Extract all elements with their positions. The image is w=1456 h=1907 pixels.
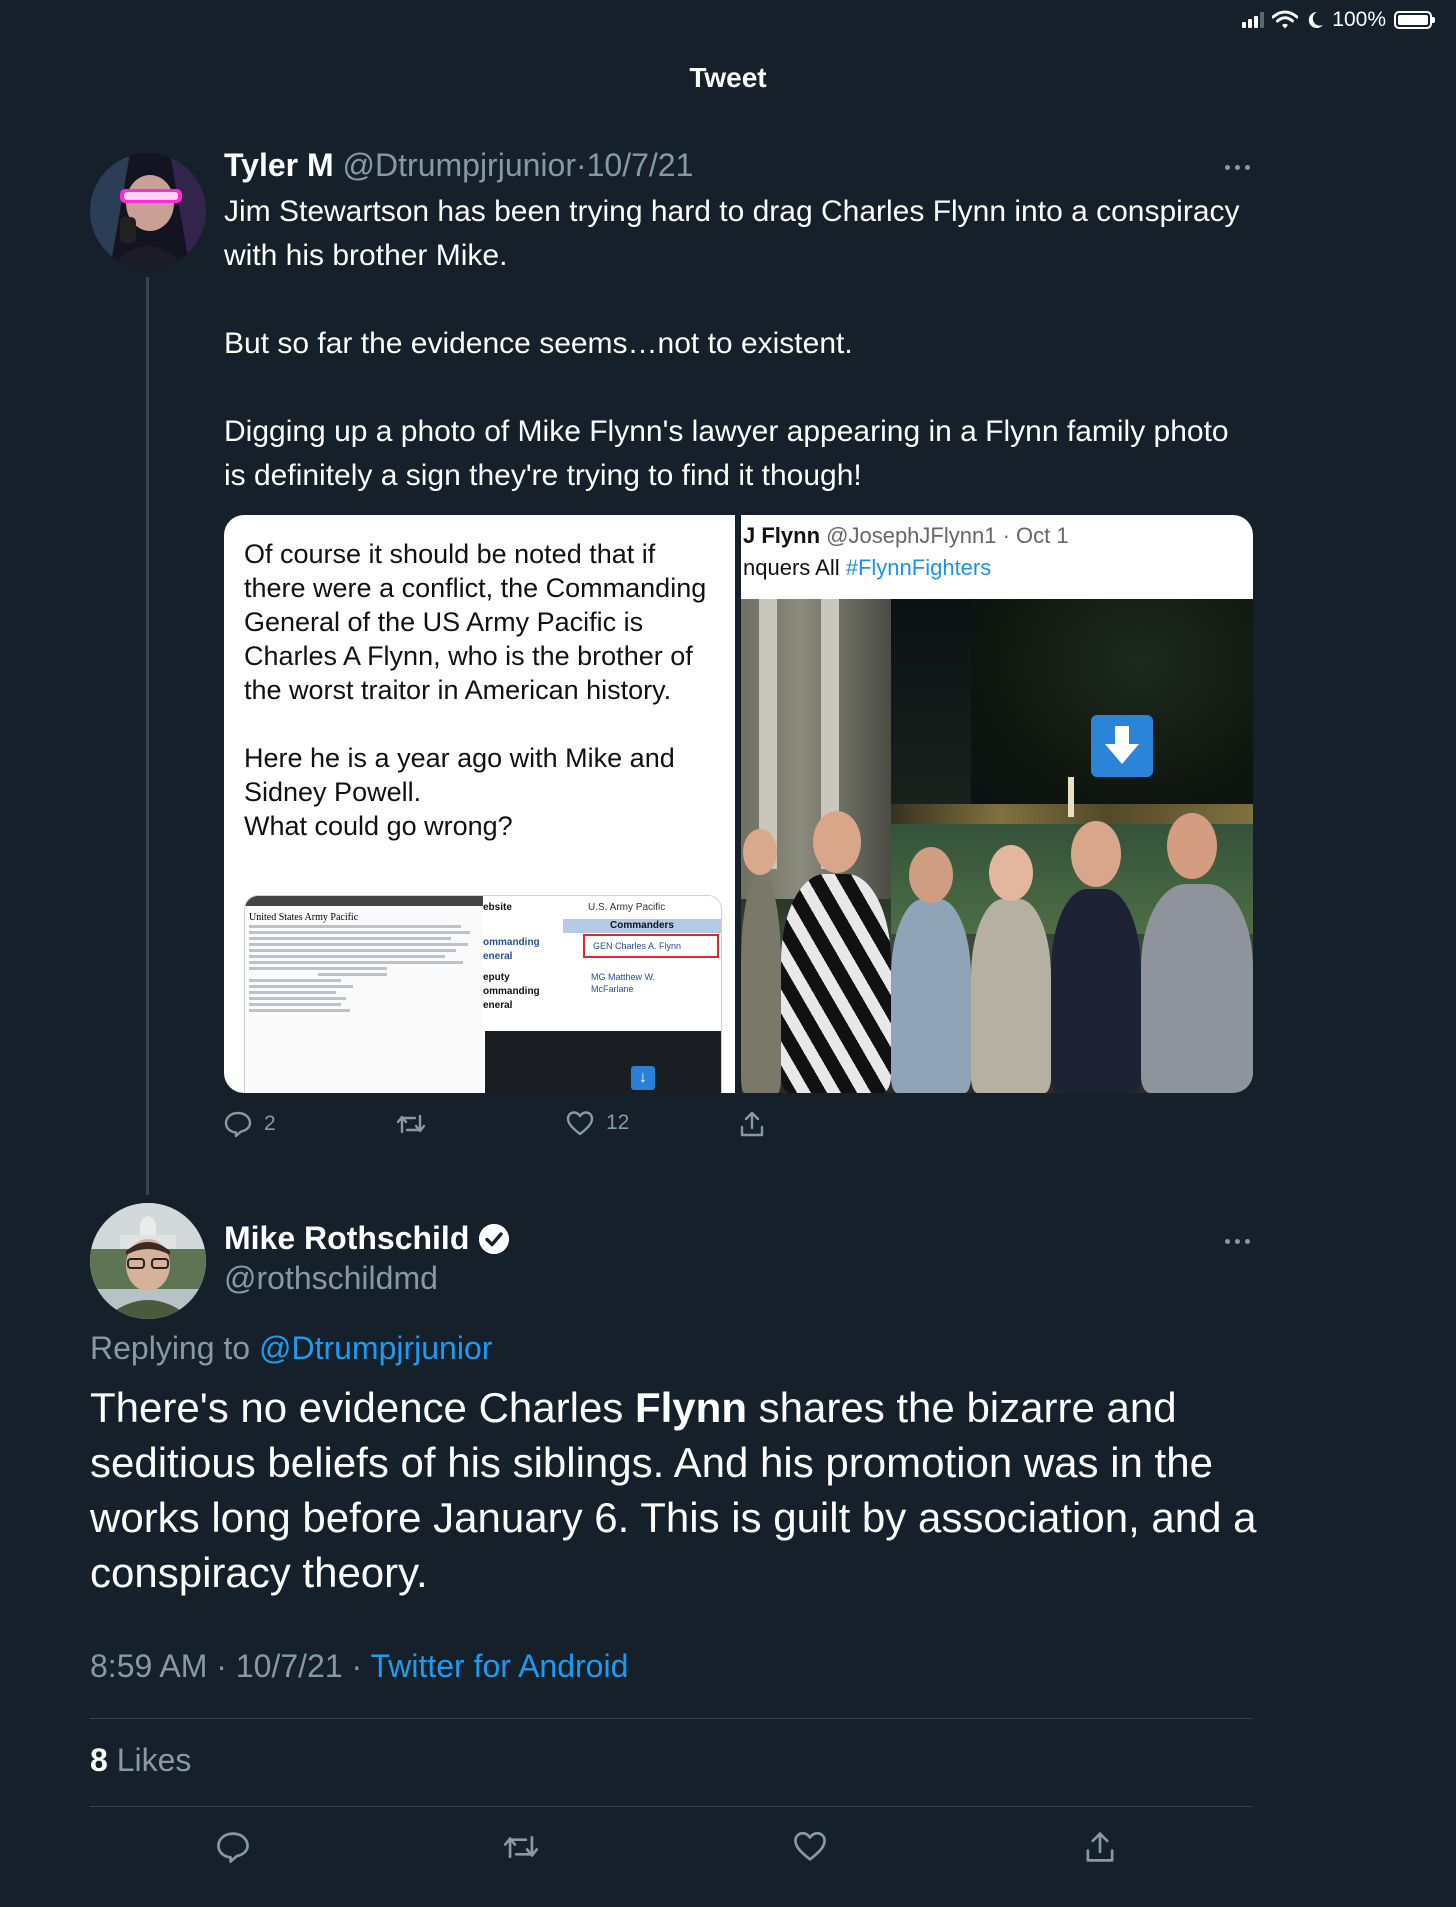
infobox-value: MG Matthew W. McFarlane <box>591 972 656 994</box>
separator: · <box>1002 523 1010 548</box>
tweet-source-link[interactable]: Twitter for Android <box>370 1648 628 1684</box>
tweet-media[interactable]: Of course it should be noted that if the… <box>224 515 1253 1093</box>
author-handle[interactable]: @Dtrumpjrjunior <box>343 147 576 183</box>
moon-icon <box>1309 11 1324 28</box>
infobox-value: U.S. Army Pacific <box>588 902 666 913</box>
likes-count: 8 <box>90 1742 108 1778</box>
thumbnail-photo: ↓ <box>485 1031 721 1093</box>
hashtag-link: #FlynnFighters <box>845 555 992 580</box>
avatar-tyler-m[interactable] <box>90 153 206 269</box>
battery-icon <box>1394 11 1435 29</box>
reply-tweet-actions <box>90 1830 1253 1874</box>
infobox-section: Commanders <box>563 919 721 933</box>
author-handle[interactable]: @rothschildmd <box>224 1260 438 1297</box>
heart-icon <box>566 1111 594 1136</box>
infobox-label: eputy ommanding eneral <box>483 972 540 1011</box>
reply-button[interactable]: 2 <box>224 1110 276 1138</box>
embedded-author-name: J Flynn <box>743 523 821 548</box>
thread-line <box>146 277 149 1195</box>
retweet-button[interactable] <box>396 1110 426 1138</box>
separator: · <box>575 147 587 183</box>
reply-icon <box>224 1111 252 1138</box>
tweet-meta: 8:59 AM · 10/7/21 · Twitter for Android <box>90 1648 628 1685</box>
battery-percentage: 100% <box>1332 8 1386 31</box>
reply-text-highlight: Flynn <box>634 1384 747 1431</box>
tweet-header: Tyler M @Dtrumpjrjunior·10/7/21 <box>224 147 693 184</box>
likes-label: Likes <box>116 1742 192 1778</box>
avatar-image <box>90 1203 206 1319</box>
media-image-photo[interactable]: J Flynn @JosephJFlynn1 · Oct 1 nquers Al… <box>741 515 1253 1093</box>
tweet-time: 8:59 AM <box>90 1648 208 1684</box>
replying-to: Replying to @Dtrumpjrjunior <box>90 1330 492 1367</box>
verified-badge-icon <box>479 1223 510 1254</box>
reply-text: There's no evidence Charles Flynn shares… <box>90 1380 1270 1600</box>
group-photo <box>741 599 1253 1093</box>
embedded-text-line: nquers All #FlynnFighters <box>743 555 991 581</box>
wiki-title: United States Army Pacific <box>249 912 359 923</box>
retweet-button[interactable] <box>502 1830 540 1864</box>
signal-icon <box>1242 12 1265 28</box>
page-title: Tweet <box>689 62 767 93</box>
more-options-icon[interactable] <box>1225 162 1255 172</box>
author-name[interactable]: Tyler M <box>224 147 334 183</box>
embedded-date: Oct 1 <box>1016 523 1069 548</box>
wiki-infobox: ebsite U.S. Army Pacific Commanders omma… <box>483 896 721 1093</box>
reply-count: 2 <box>264 1112 276 1135</box>
screenshot-paragraph: Here he is a year ago with Mike and Sidn… <box>244 743 675 841</box>
tweet-text: Jim Stewartson has been trying hard to d… <box>224 190 1244 498</box>
embedded-tweet-header: J Flynn @JosephJFlynn1 · Oct 1 nquers Al… <box>741 515 1253 599</box>
embedded-author-handle: @JosephJFlynn1 <box>826 523 997 548</box>
like-button[interactable]: 12 <box>566 1110 629 1136</box>
like-button[interactable] <box>793 1830 827 1862</box>
tweet-date: 10/7/21 <box>235 1648 343 1684</box>
monument <box>1068 777 1074 817</box>
screenshot-text: Of course it should be noted that if the… <box>244 537 724 843</box>
replying-prefix: Replying to <box>90 1330 259 1366</box>
author-name[interactable]: Mike Rothschild <box>224 1220 469 1257</box>
tweet-paragraph: Digging up a photo of Mike Flynn's lawye… <box>224 415 1229 492</box>
reply-author-line: Mike Rothschild <box>224 1220 510 1257</box>
share-button[interactable] <box>738 1110 766 1138</box>
wifi-icon <box>1272 10 1299 29</box>
like-count: 12 <box>606 1111 630 1134</box>
share-icon <box>740 1111 764 1137</box>
infobox-label: ebsite <box>483 902 512 913</box>
reply-button[interactable] <box>216 1830 250 1864</box>
tree-silhouette <box>971 599 1253 809</box>
divider <box>90 1806 1253 1807</box>
more-options-icon[interactable] <box>1225 1236 1255 1246</box>
highlighted-commander: GEN Charles A. Flynn <box>583 934 719 958</box>
heart-icon <box>794 1831 826 1861</box>
embedded-text: nquers All <box>743 555 846 580</box>
avatar-image <box>90 153 206 269</box>
reply-icon <box>217 1832 249 1863</box>
embedded-author-line: J Flynn @JosephJFlynn1 · Oct 1 <box>743 523 1069 549</box>
replying-to-link[interactable]: @Dtrumpjrjunior <box>259 1330 492 1366</box>
screenshot-paragraph: Of course it should be noted that if the… <box>244 539 707 705</box>
tweet-paragraph: But so far the evidence seems…not to exi… <box>224 327 853 360</box>
share-icon <box>1086 1832 1114 1862</box>
separator: · <box>216 1648 227 1684</box>
status-bar: 100% <box>1242 6 1435 34</box>
download-arrow-icon: ↓ <box>631 1066 655 1090</box>
reply-text-part: There's no evidence Charles <box>90 1384 635 1431</box>
tweet-actions: 2 12 <box>224 1110 784 1150</box>
tweet-date[interactable]: 10/7/21 <box>587 147 694 183</box>
media-image-screenshot[interactable]: Of course it should be noted that if the… <box>224 515 735 1093</box>
divider <box>90 1718 1253 1719</box>
infobox-label: ommanding eneral <box>483 937 540 962</box>
retweet-icon <box>503 1835 539 1859</box>
separator: · <box>351 1648 363 1684</box>
share-button[interactable] <box>1083 1830 1117 1864</box>
avatar-mike-rothschild[interactable] <box>90 1203 206 1319</box>
wiki-article: United States Army Pacific <box>245 896 483 1093</box>
wikipedia-screenshot: United States Army Pacific ebsite U.S. A… <box>244 895 722 1093</box>
likes-summary[interactable]: 8 Likes <box>90 1742 191 1779</box>
download-icon <box>1091 715 1153 777</box>
tweet-paragraph: Jim Stewartson has been trying hard to d… <box>224 195 1240 272</box>
retweet-icon <box>396 1114 426 1134</box>
